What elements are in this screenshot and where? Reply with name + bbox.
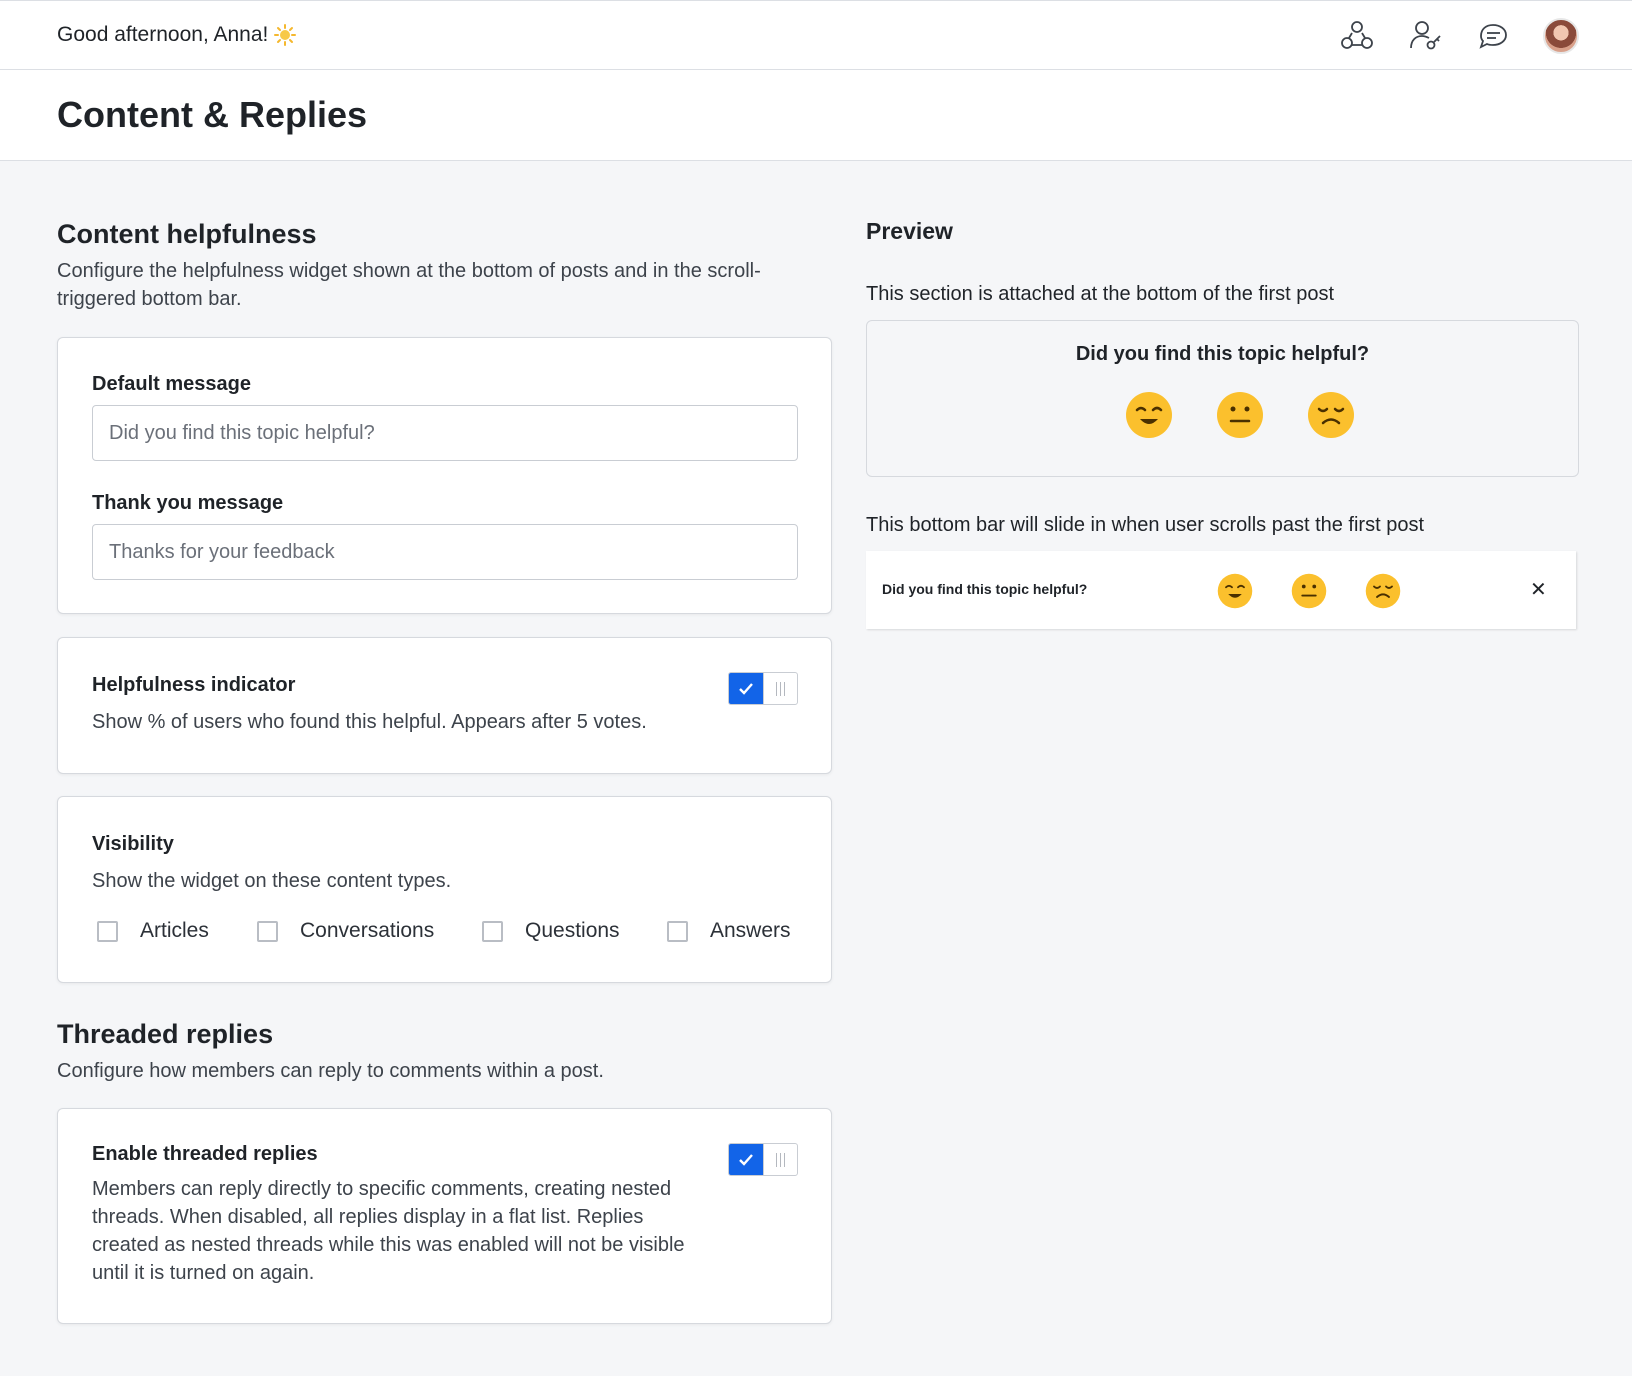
happy-face-icon[interactable] (1217, 573, 1253, 609)
checkbox-label: Articles (140, 919, 209, 942)
bottom-bar-question: Did you find this topic helpful? (882, 581, 1088, 597)
toggle-on (729, 673, 764, 704)
checkbox-label: Conversations (300, 919, 435, 942)
checkbox-label: Answers (710, 919, 791, 942)
enable-threaded-replies-title: Enable threaded replies (92, 1143, 318, 1165)
toggle-handle (763, 673, 797, 704)
community-icon[interactable] (1340, 19, 1374, 53)
preview-question: Did you find this topic helpful? (1075, 343, 1370, 365)
thank-you-message-label: Thank you message (92, 492, 284, 514)
checkbox-box[interactable] (667, 920, 688, 942)
title-bar: Content & Replies (0, 70, 1632, 161)
page-title: Content & Replies (57, 94, 368, 135)
sad-face-icon[interactable] (1365, 573, 1401, 609)
happy-face-icon[interactable] (1125, 391, 1173, 439)
checkbox-box[interactable] (482, 920, 503, 942)
content-helpfulness-description: Configure the helpfulness widget shown a… (57, 260, 761, 310)
helpfulness-indicator-toggle[interactable] (728, 672, 798, 705)
threaded-replies-description: Configure how members can reply to comme… (57, 1060, 604, 1082)
preview-bottom-bar: Did you find this topic helpful? ✕ (866, 551, 1576, 629)
checkbox-articles[interactable]: Articles (97, 919, 209, 943)
helpfulness-indicator-title: Helpfulness indicator (92, 674, 296, 696)
chat-icon[interactable] (1476, 19, 1510, 53)
threaded-replies-toggle[interactable] (728, 1143, 798, 1176)
threaded-replies-title: Threaded replies (57, 1019, 274, 1049)
checkbox-box[interactable] (97, 920, 118, 942)
check-icon (739, 682, 754, 695)
preview-attached-description: This section is attached at the bottom o… (866, 283, 1335, 305)
preview-title: Preview (866, 218, 953, 244)
top-bar: Good afternoon, Anna! (0, 0, 1632, 70)
default-message-label: Default message (92, 373, 251, 395)
user-key-icon[interactable] (1408, 19, 1442, 53)
thank-you-message-input[interactable] (92, 524, 798, 580)
sun-icon (274, 24, 297, 46)
content-helpfulness-title: Content helpfulness (57, 219, 317, 249)
enable-threaded-replies-description: Members can reply directly to specific c… (92, 1178, 685, 1284)
checkbox-box[interactable] (257, 920, 278, 942)
checkbox-questions[interactable]: Questions (482, 919, 620, 943)
helpfulness-indicator-card: Helpfulness indicator Show % of users wh… (57, 637, 832, 774)
greeting-text: Good afternoon, Anna! (57, 23, 269, 46)
sad-face-icon[interactable] (1307, 391, 1355, 439)
visibility-description: Show the widget on these content types. (92, 870, 452, 892)
default-message-input[interactable] (92, 405, 798, 461)
helpfulness-indicator-description: Show % of users who found this helpful. … (92, 711, 647, 733)
threaded-replies-card: Enable threaded replies Members can repl… (57, 1108, 832, 1324)
neutral-face-icon[interactable] (1216, 391, 1264, 439)
toggle-handle (763, 1144, 797, 1175)
check-icon (739, 1153, 754, 1166)
close-icon[interactable]: ✕ (1530, 577, 1547, 602)
visibility-title: Visibility (92, 833, 174, 855)
messages-card: Default message Thank you message (57, 337, 832, 614)
preview-bottom-bar-description: This bottom bar will slide in when user … (866, 514, 1424, 536)
checkbox-conversations[interactable]: Conversations (257, 919, 434, 943)
preview-widget: Did you find this topic helpful? (866, 320, 1579, 477)
greeting: Good afternoon, Anna! (57, 23, 297, 47)
checkbox-label: Questions (525, 919, 620, 942)
visibility-card: Visibility Show the widget on these cont… (57, 796, 832, 983)
avatar[interactable] (1543, 18, 1579, 54)
toggle-on (729, 1144, 764, 1175)
checkbox-answers[interactable]: Answers (667, 919, 791, 943)
neutral-face-icon[interactable] (1291, 573, 1327, 609)
